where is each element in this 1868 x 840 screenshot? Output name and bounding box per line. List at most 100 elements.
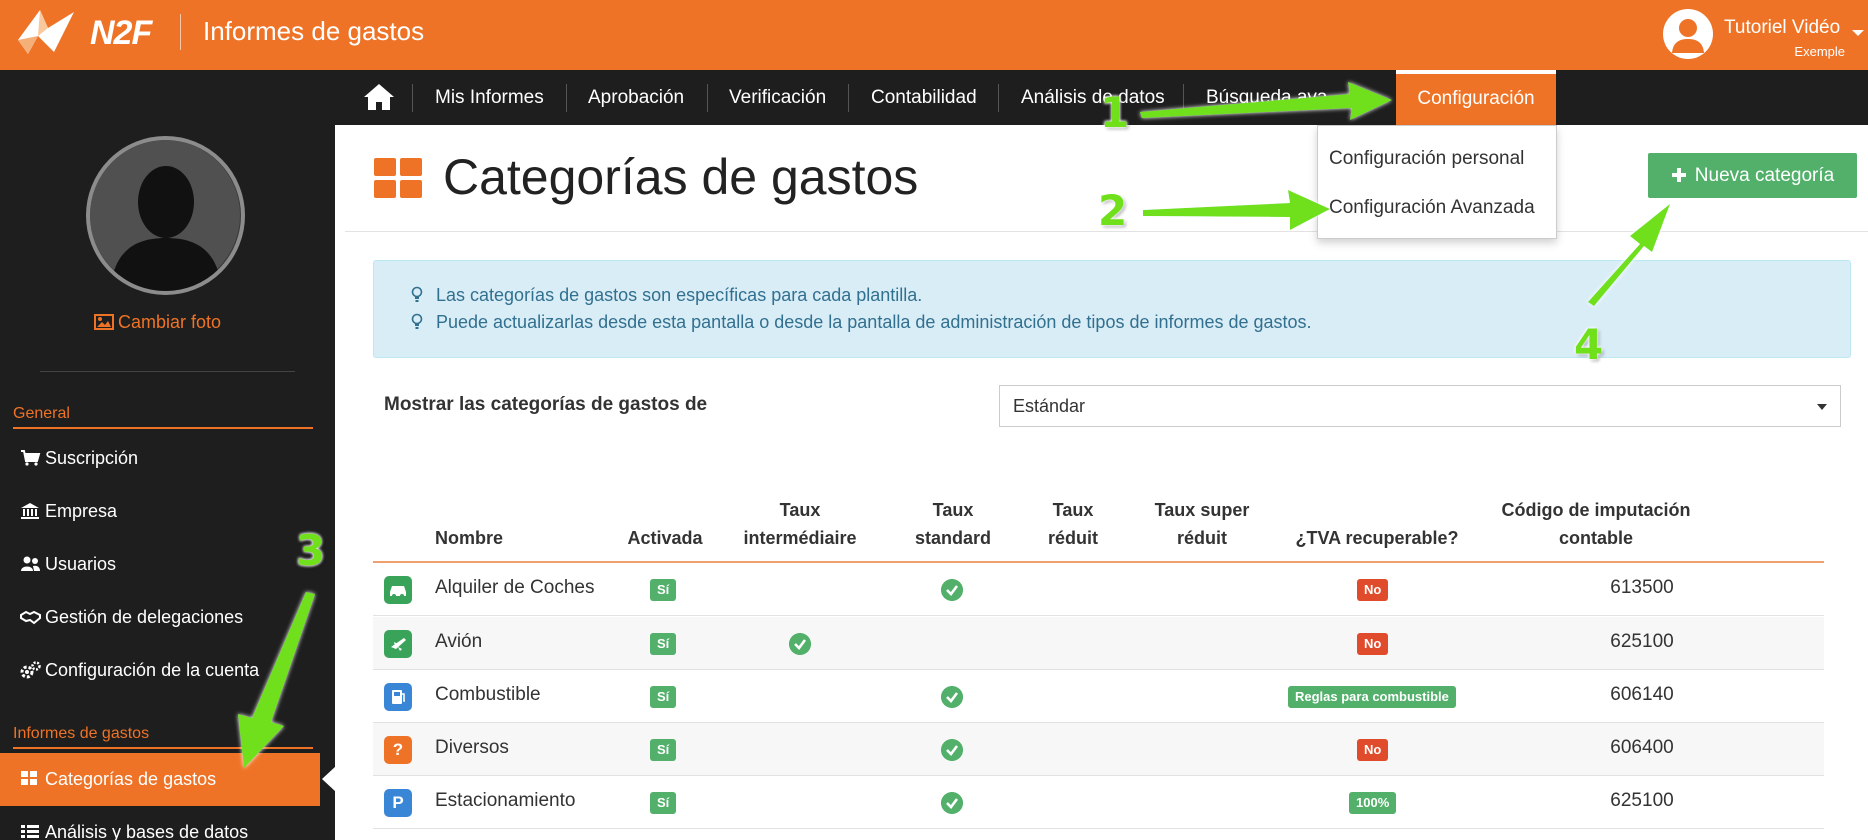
sidebar-item-empresa[interactable]: Empresa: [20, 498, 117, 524]
annotation-number-3: 3: [296, 526, 326, 575]
category-name: Avión: [435, 631, 483, 652]
annotation-number-4: 4: [1574, 320, 1604, 369]
main-nav: Mis Informes Aprobación Verificación Con…: [0, 70, 1868, 125]
col-header-tva[interactable]: ¿TVA recuperable?: [1277, 524, 1477, 552]
nav-active-caret: [1463, 54, 1487, 63]
col-header-taux-standard[interactable]: Taux standard: [883, 496, 1023, 552]
nav-divider: [412, 84, 413, 112]
nav-busqueda-avanzada[interactable]: Búsqueda ava: [1206, 70, 1328, 125]
active-badge: Sí: [650, 633, 677, 655]
header-line: standard: [914, 528, 992, 548]
fuel-icon: [384, 683, 412, 711]
sidebar-item-label: Análisis y bases de datos: [45, 822, 249, 840]
chevron-down-icon: [1817, 404, 1827, 410]
col-header-nombre[interactable]: Nombre: [435, 524, 503, 552]
sidebar-item-config-cuenta[interactable]: Configuración de la cuenta: [20, 657, 259, 683]
table-row[interactable]: P Estacionamiento Sí 100% 625100: [373, 776, 1824, 829]
user-company: Exemple: [1794, 44, 1845, 59]
sidebar-item-usuarios[interactable]: Usuarios: [20, 551, 116, 577]
lightbulb-icon: [411, 286, 423, 302]
tva-badge: No: [1357, 739, 1389, 761]
tva-badge: No: [1357, 633, 1389, 655]
col-header-taux-intermediaire[interactable]: Taux intermédiaire: [720, 496, 880, 552]
sidebar-item-label: Empresa: [45, 501, 118, 521]
category-name: Diversos: [435, 737, 509, 758]
table-list-icon: [21, 825, 39, 838]
user-avatar-icon: [1665, 11, 1711, 57]
table-row[interactable]: Avión Sí No 625100: [373, 617, 1824, 670]
account-code: 606400: [1610, 737, 1674, 758]
nav-analisis-datos[interactable]: Análisis de datos: [1021, 70, 1165, 125]
table-row[interactable]: Alquiler de Coches Sí No 613500: [373, 563, 1824, 616]
nav-configuracion[interactable]: Configuración: [1396, 70, 1556, 125]
users-icon: [21, 556, 40, 571]
plane-glyph-icon: [391, 638, 406, 651]
header-line: Código de imputación: [1501, 500, 1691, 520]
change-photo-link[interactable]: Cambiar foto: [94, 312, 221, 333]
check-circle-icon: [789, 633, 811, 655]
annotation-number-1: 1: [1100, 88, 1130, 137]
check-circle-icon: [941, 792, 963, 814]
nav-contabilidad[interactable]: Contabilidad: [871, 70, 977, 125]
tva-badge: No: [1357, 579, 1389, 601]
table-row[interactable]: Combustible Sí Reglas para combustible 6…: [373, 670, 1824, 723]
nav-divider: [566, 84, 567, 112]
image-icon: [94, 314, 114, 330]
header-line: contable: [1558, 528, 1633, 548]
n2f-logo-icon[interactable]: [14, 6, 84, 58]
sidebar-divider: [40, 371, 295, 372]
sidebar-item-categorias[interactable]: Categorías de gastos: [20, 766, 216, 792]
col-header-taux-reduit[interactable]: Taux réduit: [1023, 496, 1123, 552]
filter-label: Mostrar las categorías de gastos de: [384, 394, 708, 415]
col-header-codigo[interactable]: Código de imputación contable: [1476, 496, 1716, 552]
user-name[interactable]: Tutoriel Vidéo: [1724, 17, 1840, 39]
nav-verificacion[interactable]: Verificación: [729, 70, 826, 125]
tva-badge: 100%: [1349, 792, 1397, 814]
menu-item-config-avanzada[interactable]: Configuración Avanzada: [1329, 197, 1535, 219]
bank-icon: [21, 503, 39, 519]
car-glyph-icon: [390, 586, 406, 598]
app-title: Informes de gastos: [203, 16, 425, 46]
info-text-1: Las categorías de gastos son específicas…: [436, 285, 923, 305]
sidebar-item-analisis[interactable]: Análisis y bases de datos: [20, 819, 248, 840]
col-header-taux-super-reduit[interactable]: Taux super réduit: [1127, 496, 1277, 552]
category-name: Combustible: [435, 684, 541, 705]
nav-divider: [1183, 84, 1184, 112]
profile-silhouette-icon: [90, 140, 240, 291]
user-menu-caret-icon[interactable]: [1852, 30, 1864, 36]
section-underline: [13, 747, 313, 749]
sidebar-item-label: Suscripción: [45, 448, 139, 468]
table-row[interactable]: ? Diversos Sí No 606400: [373, 723, 1824, 776]
sidebar-item-label: Usuarios: [45, 554, 117, 574]
header-divider: [180, 14, 181, 50]
home-icon[interactable]: [362, 82, 396, 112]
sidebar-item-suscripcion[interactable]: Suscripción: [20, 445, 138, 471]
configuracion-dropdown: Configuración personal Configuración Ava…: [1317, 125, 1557, 239]
nav-aprobacion[interactable]: Aprobación: [588, 70, 684, 125]
top-bar: N2F Informes de gastos Tutoriel Vidéo Ex…: [0, 0, 1868, 70]
annotation-number-2: 2: [1098, 186, 1128, 235]
categories-grid-icon: [374, 158, 422, 198]
header-line: intermédiaire: [743, 528, 857, 548]
profile-picture[interactable]: [86, 136, 245, 295]
nav-mis-informes[interactable]: Mis Informes: [435, 70, 544, 125]
col-header-activada[interactable]: Activada: [610, 524, 720, 552]
menu-item-config-personal[interactable]: Configuración personal: [1329, 148, 1524, 170]
plane-icon: [384, 630, 412, 658]
section-general-title: General: [13, 405, 70, 422]
brand-name: N2F: [90, 14, 152, 52]
account-code: 606140: [1610, 684, 1674, 705]
handshake-icon: [20, 610, 41, 625]
header-line: Taux: [932, 500, 974, 520]
check-circle-icon: [941, 739, 963, 761]
grid-icon: [21, 771, 37, 785]
header-line: Taux: [779, 500, 821, 520]
template-select[interactable]: Estándar: [999, 385, 1841, 427]
category-name: Estacionamiento: [435, 790, 576, 811]
user-avatar[interactable]: [1663, 9, 1713, 59]
section-underline: [13, 427, 313, 429]
new-category-button[interactable]: Nueva categoría: [1648, 153, 1857, 198]
check-circle-icon: [941, 579, 963, 601]
sidebar-item-delegaciones[interactable]: Gestión de delegaciones: [20, 604, 243, 630]
section-informes-title: Informes de gastos: [13, 725, 150, 742]
